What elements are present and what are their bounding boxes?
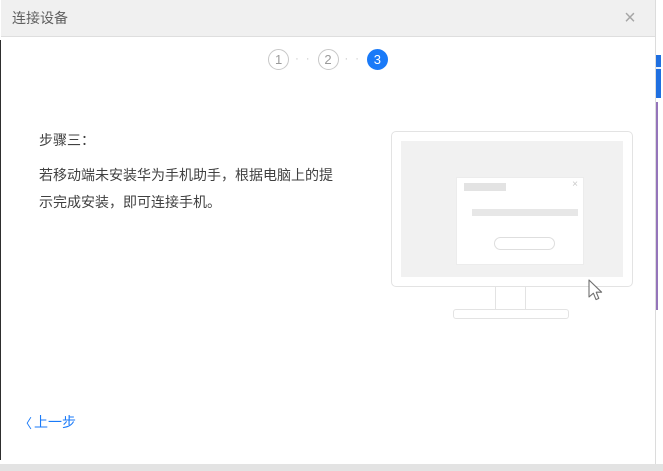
chevron-left-icon: 〈	[19, 415, 33, 431]
mock-installer-dialog: ×	[456, 177, 603, 301]
dialog-titlebar: 连接设备	[1, 0, 655, 37]
back-button-label: 上一步	[34, 414, 77, 430]
step-separator-dots: · ·	[295, 53, 312, 65]
mock-close-icon: ×	[572, 179, 578, 190]
step-separator-dots: · ·	[344, 53, 361, 65]
step-3-indicator-active: 3	[366, 49, 388, 70]
cursor-arrow-icon	[588, 279, 603, 301]
step-heading: 步骤三：	[39, 132, 95, 148]
background-bottom-strip	[0, 464, 663, 471]
monitor-stand-base	[453, 309, 569, 319]
monitor-stand-neck	[495, 287, 526, 310]
monitor-illustration: ×	[391, 131, 633, 301]
step-indicator: 1 · · 2 · · 3	[1, 49, 655, 70]
close-button[interactable]: ×	[609, 0, 651, 37]
mock-title-placeholder	[464, 183, 506, 191]
dialog-title: 连接设备	[12, 10, 68, 26]
mock-text-placeholder	[472, 209, 578, 216]
background-blue-fragment	[656, 55, 661, 98]
mock-install-button	[494, 237, 555, 250]
monitor-screen: ×	[401, 141, 623, 301]
step-2-indicator: 2	[317, 49, 339, 70]
step-1-indicator: 1	[268, 49, 290, 70]
connect-device-dialog: 连接设备 × 1 · · 2 · · 3 步骤三： 若移动端未安装华为手机助手，…	[1, 0, 656, 464]
close-icon: ×	[624, 7, 636, 29]
back-button[interactable]: 〈 上一步	[19, 412, 76, 432]
step-instructions: 若移动端未安装华为手机助手，根据电脑上的提示完成安装，即可连接手机。	[39, 167, 333, 210]
